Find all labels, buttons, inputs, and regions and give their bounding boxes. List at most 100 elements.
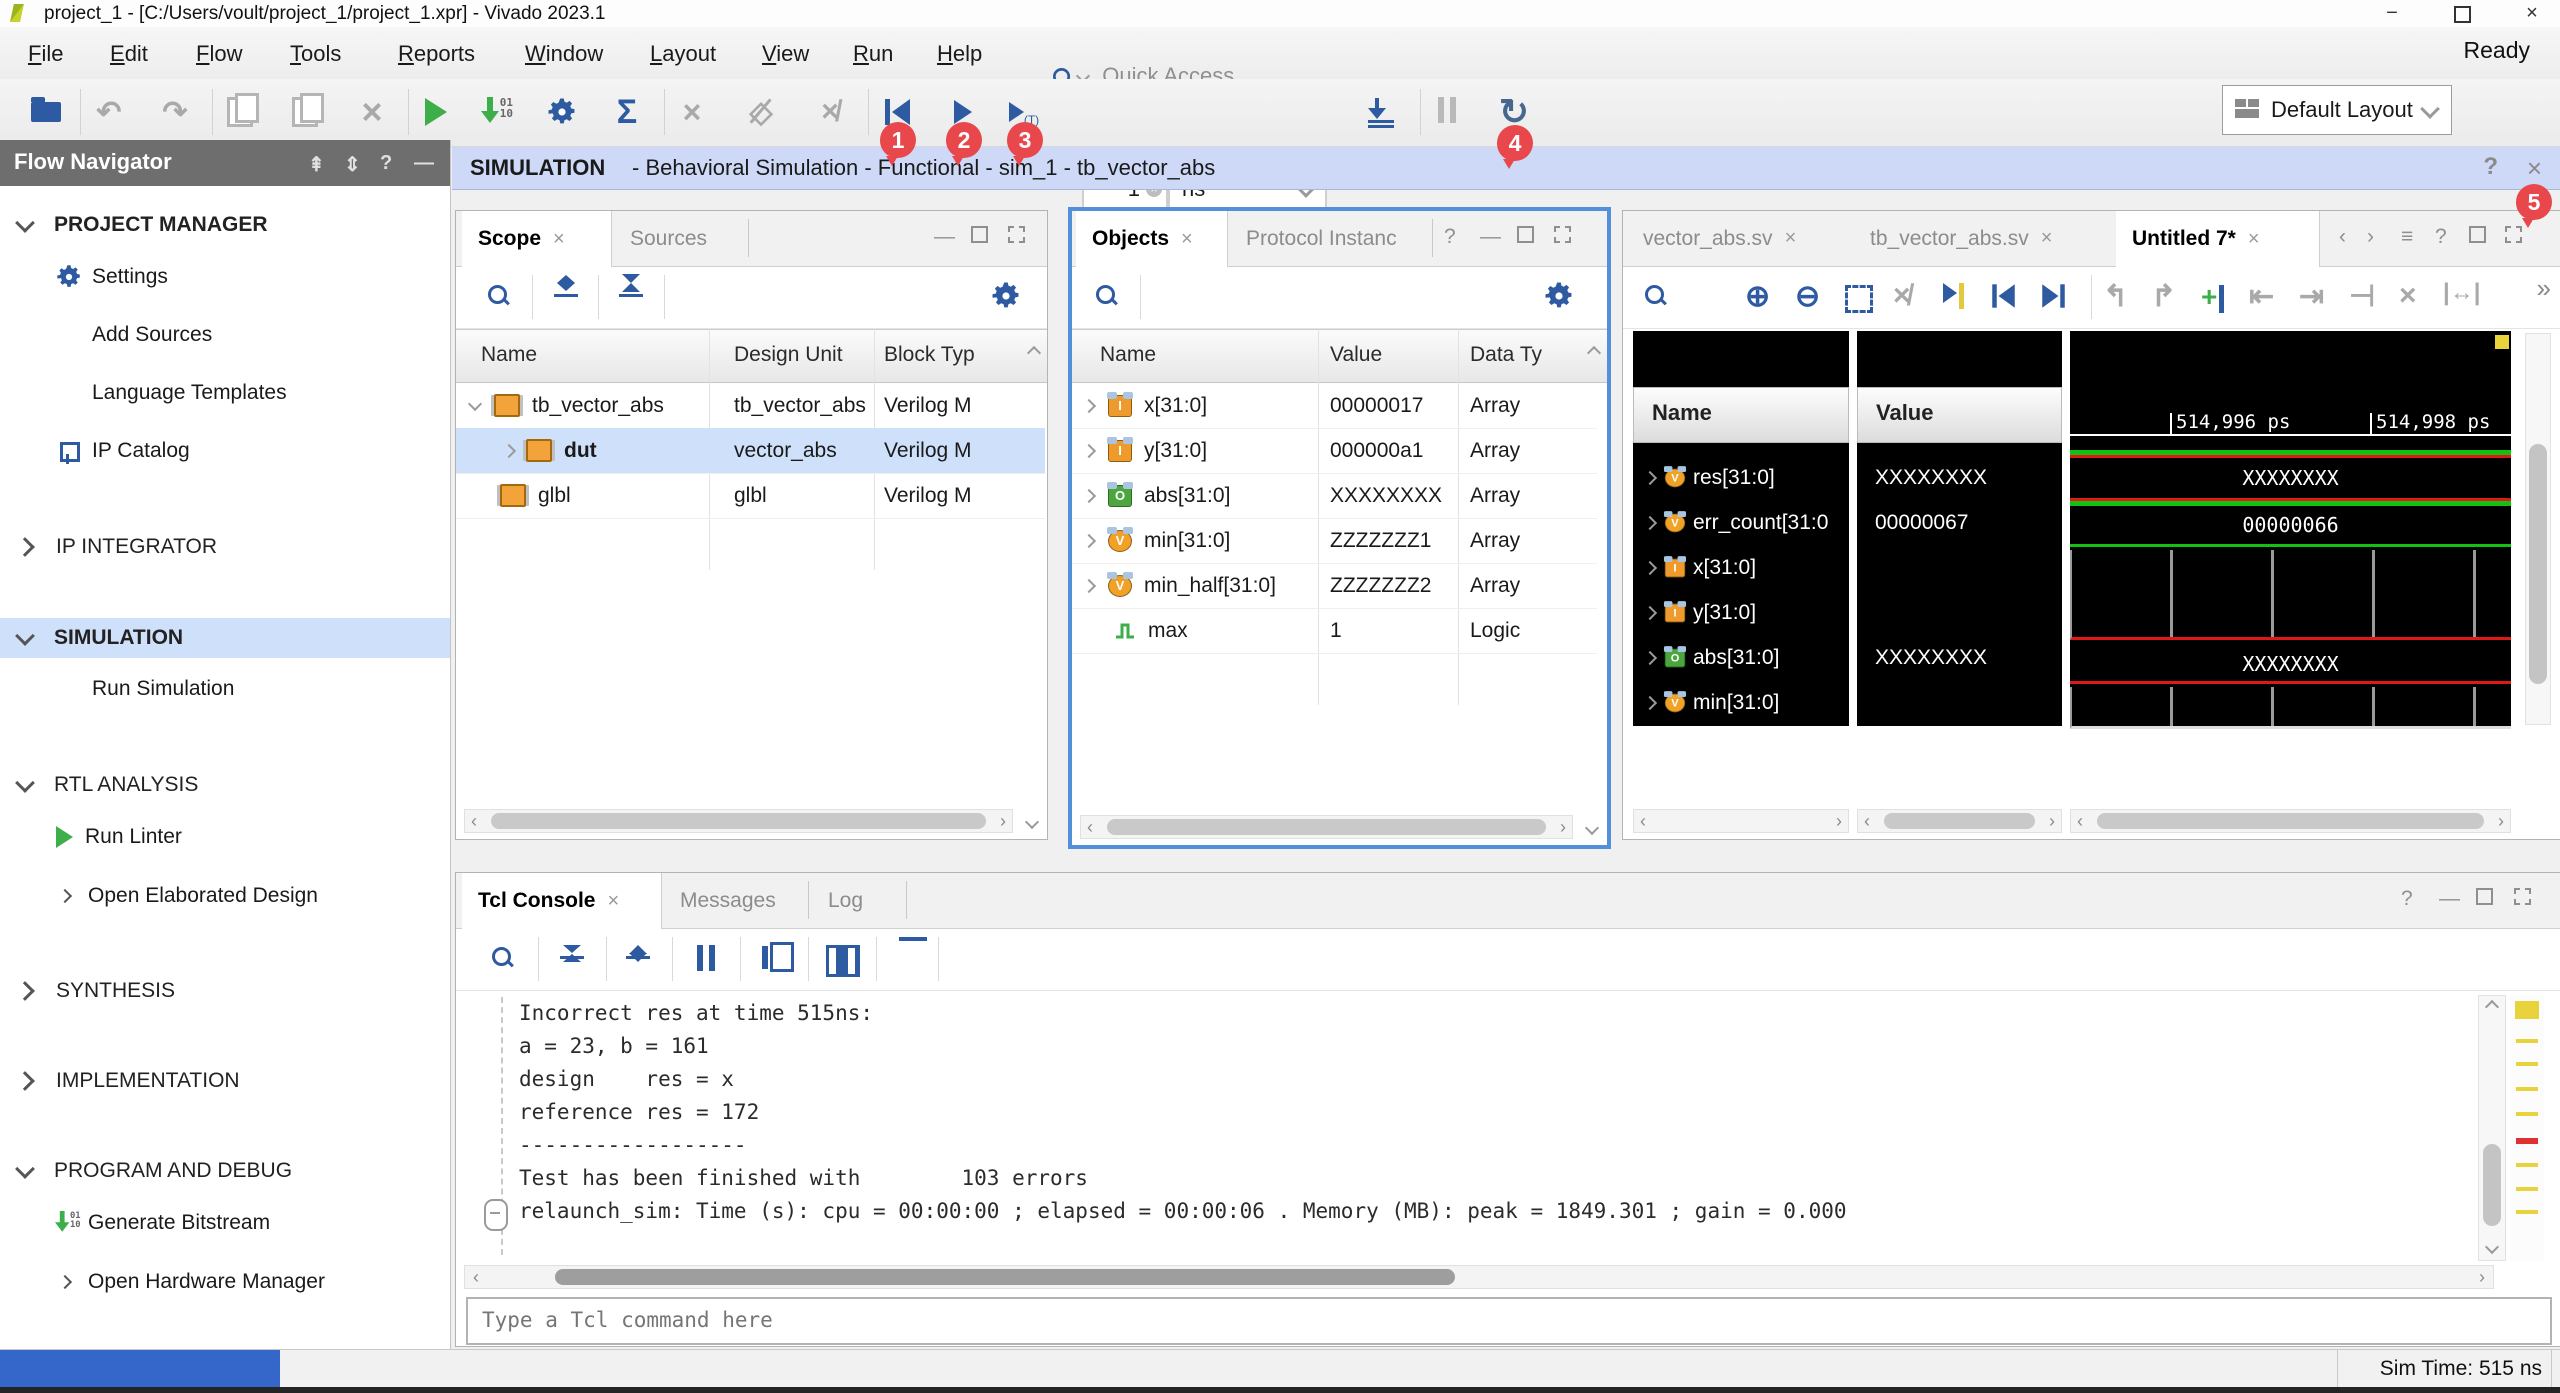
report-summary-button[interactable]: Σ: [602, 87, 652, 137]
col-name[interactable]: Name: [481, 343, 537, 367]
maximize-panel-icon[interactable]: [1517, 222, 1534, 249]
sidebar-section-synthesis[interactable]: SYNTHESIS: [0, 972, 450, 1010]
measure-icon[interactable]: |↔|: [2443, 279, 2480, 307]
close-tab-icon[interactable]: ×: [1785, 227, 1797, 250]
close-tab-icon[interactable]: ×: [2041, 227, 2053, 250]
tcl-command-input[interactable]: [480, 1303, 2534, 1337]
float-panel-icon[interactable]: [1554, 222, 1571, 249]
close-tab-icon[interactable]: ×: [2248, 228, 2260, 251]
scroll-down-icon[interactable]: [1025, 815, 1039, 829]
minimize-panel-icon[interactable]: —: [414, 152, 434, 175]
maximize-panel-icon[interactable]: [2476, 884, 2493, 911]
console-output[interactable]: Incorrect res at time 515ns: a = 23, b =…: [456, 991, 2476, 1263]
help-icon[interactable]: ?: [2435, 225, 2447, 249]
console-vscrollbar[interactable]: [2478, 995, 2506, 1261]
menu-help[interactable]: Help: [927, 37, 992, 71]
objects-row-min-half[interactable]: V min_half[31:0] ZZZZZZZ2 Array: [1072, 563, 1597, 609]
sidebar-section-project-manager[interactable]: PROJECT MANAGER: [0, 206, 450, 244]
wave-plot[interactable]: 514,996 ps 514,998 ps XXXXXXXX 00000066 …: [2070, 331, 2511, 726]
error-marker[interactable]: [2516, 1138, 2538, 1144]
sidebar-item-open-elaborated-design[interactable]: Open Elaborated Design: [0, 877, 450, 915]
search-icon[interactable]: [1645, 285, 1665, 305]
goto-end-icon[interactable]: ⇥: [2299, 279, 2324, 314]
close-tab-icon[interactable]: ×: [553, 228, 565, 251]
copy-button[interactable]: [215, 87, 265, 137]
waveform-disabled-button[interactable]: ◇̸: [736, 87, 786, 137]
objects-row-x[interactable]: I x[31:0] 00000017 Array: [1072, 383, 1597, 429]
sidebar-item-open-hardware-manager[interactable]: Open Hardware Manager: [0, 1263, 450, 1301]
maximize-window-icon[interactable]: [2440, 2, 2484, 25]
search-icon[interactable]: [492, 947, 512, 967]
help-icon[interactable]: ?: [2401, 887, 2413, 911]
layout-selector[interactable]: Default Layout: [2222, 85, 2452, 135]
search-icon[interactable]: [488, 285, 508, 305]
tab-vector-abs-sv[interactable]: vector_abs.sv×: [1627, 211, 1852, 266]
sidebar-item-add-sources[interactable]: Add Sources: [0, 316, 450, 354]
close-tab-icon[interactable]: ×: [1181, 228, 1193, 251]
minimize-panel-icon[interactable]: —: [2439, 887, 2460, 911]
wave-signal-abs[interactable]: Oabs[31:0]: [1633, 635, 1849, 680]
tab-untitled-7[interactable]: Untitled 7*×: [2116, 211, 2320, 267]
wave-signal-x[interactable]: Ix[31:0]: [1633, 545, 1849, 590]
tab-messages[interactable]: Messages: [664, 873, 804, 928]
wave-signal-min[interactable]: Vmin[31:0]: [1633, 680, 1849, 725]
pause-output-icon[interactable]: [694, 945, 718, 976]
menu-file[interactable]: File: [18, 37, 73, 71]
overflow-icon[interactable]: »: [2537, 273, 2551, 304]
wave-values-hscrollbar[interactable]: ‹›: [1857, 809, 2062, 833]
delete-marker-icon[interactable]: ×: [2399, 279, 2417, 313]
sidebar-item-ip-catalog[interactable]: IP Catalog: [0, 432, 450, 470]
break-button[interactable]: [1422, 87, 1472, 137]
tab-list-icon[interactable]: ≡: [2401, 225, 2413, 249]
menu-run[interactable]: Run: [843, 37, 903, 71]
prev-tab-icon[interactable]: ‹: [2339, 225, 2346, 249]
scope-hscrollbar[interactable]: ‹›: [464, 809, 1013, 833]
sidebar-section-rtl-analysis[interactable]: RTL ANALYSIS: [0, 766, 450, 804]
maximize-panel-icon[interactable]: [2469, 222, 2486, 249]
menu-edit[interactable]: Edit: [100, 37, 158, 71]
tab-tb-vector-abs-sv[interactable]: tb_vector_abs.sv×: [1854, 211, 2114, 266]
objects-row-abs[interactable]: O abs[31:0] XXXXXXXX Array: [1072, 473, 1597, 519]
collapse-block-handle[interactable]: [484, 1199, 508, 1231]
objects-row-max[interactable]: max 1 Logic: [1072, 608, 1597, 654]
tab-tcl-console[interactable]: Tcl Console×: [462, 873, 662, 929]
minimize-window-icon[interactable]: −: [2370, 2, 2414, 25]
swap-before-icon[interactable]: ↰: [2103, 279, 2128, 314]
help-icon[interactable]: ?: [380, 152, 392, 175]
maximize-panel-icon[interactable]: [971, 222, 988, 249]
help-icon[interactable]: ?: [2483, 153, 2498, 181]
next-tab-icon[interactable]: ›: [2367, 225, 2374, 249]
close-window-icon[interactable]: ×: [2510, 2, 2554, 25]
breakpoint-disabled-button[interactable]: ×̸: [805, 87, 855, 137]
close-banner-icon[interactable]: ×: [2527, 153, 2542, 184]
paste-button[interactable]: [280, 87, 330, 137]
gear-icon[interactable]: [991, 281, 1021, 311]
menu-reports[interactable]: Reports: [388, 37, 485, 71]
wave-plot-hscrollbar[interactable]: ‹›: [2070, 809, 2511, 833]
wave-signal-err-count[interactable]: Verr_count[31:0: [1633, 500, 1849, 545]
objects-row-min[interactable]: V min[31:0] ZZZZZZZ1 Array: [1072, 518, 1597, 564]
scroll-up-icon[interactable]: [1587, 346, 1601, 360]
wave-vscrollbar[interactable]: [2525, 333, 2551, 725]
zoom-out-icon[interactable]: ⊖: [1795, 279, 1820, 314]
remove-cursor-icon[interactable]: ×̸: [1893, 279, 1911, 313]
open-project-button[interactable]: [21, 87, 71, 137]
float-panel-icon[interactable]: [1008, 222, 1025, 249]
float-panel-icon[interactable]: [2514, 884, 2531, 911]
run-button[interactable]: [411, 87, 461, 137]
console-hscrollbar[interactable]: ‹›: [464, 1265, 2494, 1289]
expand-all-icon[interactable]: ⇕: [344, 152, 361, 177]
scroll-up-icon[interactable]: [1027, 346, 1041, 360]
scroll-down-icon[interactable]: [1585, 821, 1599, 835]
menu-layout[interactable]: Layout: [640, 37, 726, 71]
tab-objects[interactable]: Objects×: [1076, 211, 1228, 267]
copy-icon[interactable]: [762, 946, 768, 969]
settings-button[interactable]: [537, 87, 587, 137]
menu-view[interactable]: View: [752, 37, 819, 71]
help-icon[interactable]: ?: [1444, 225, 1456, 249]
scope-row-glbl[interactable]: glbl glbl Verilog M: [456, 473, 1045, 519]
sidebar-section-ip-integrator[interactable]: IP INTEGRATOR: [0, 528, 450, 566]
menu-window[interactable]: Window: [515, 37, 613, 71]
minimize-panel-icon[interactable]: —: [934, 225, 955, 249]
tab-scope[interactable]: Scope×: [462, 211, 612, 267]
